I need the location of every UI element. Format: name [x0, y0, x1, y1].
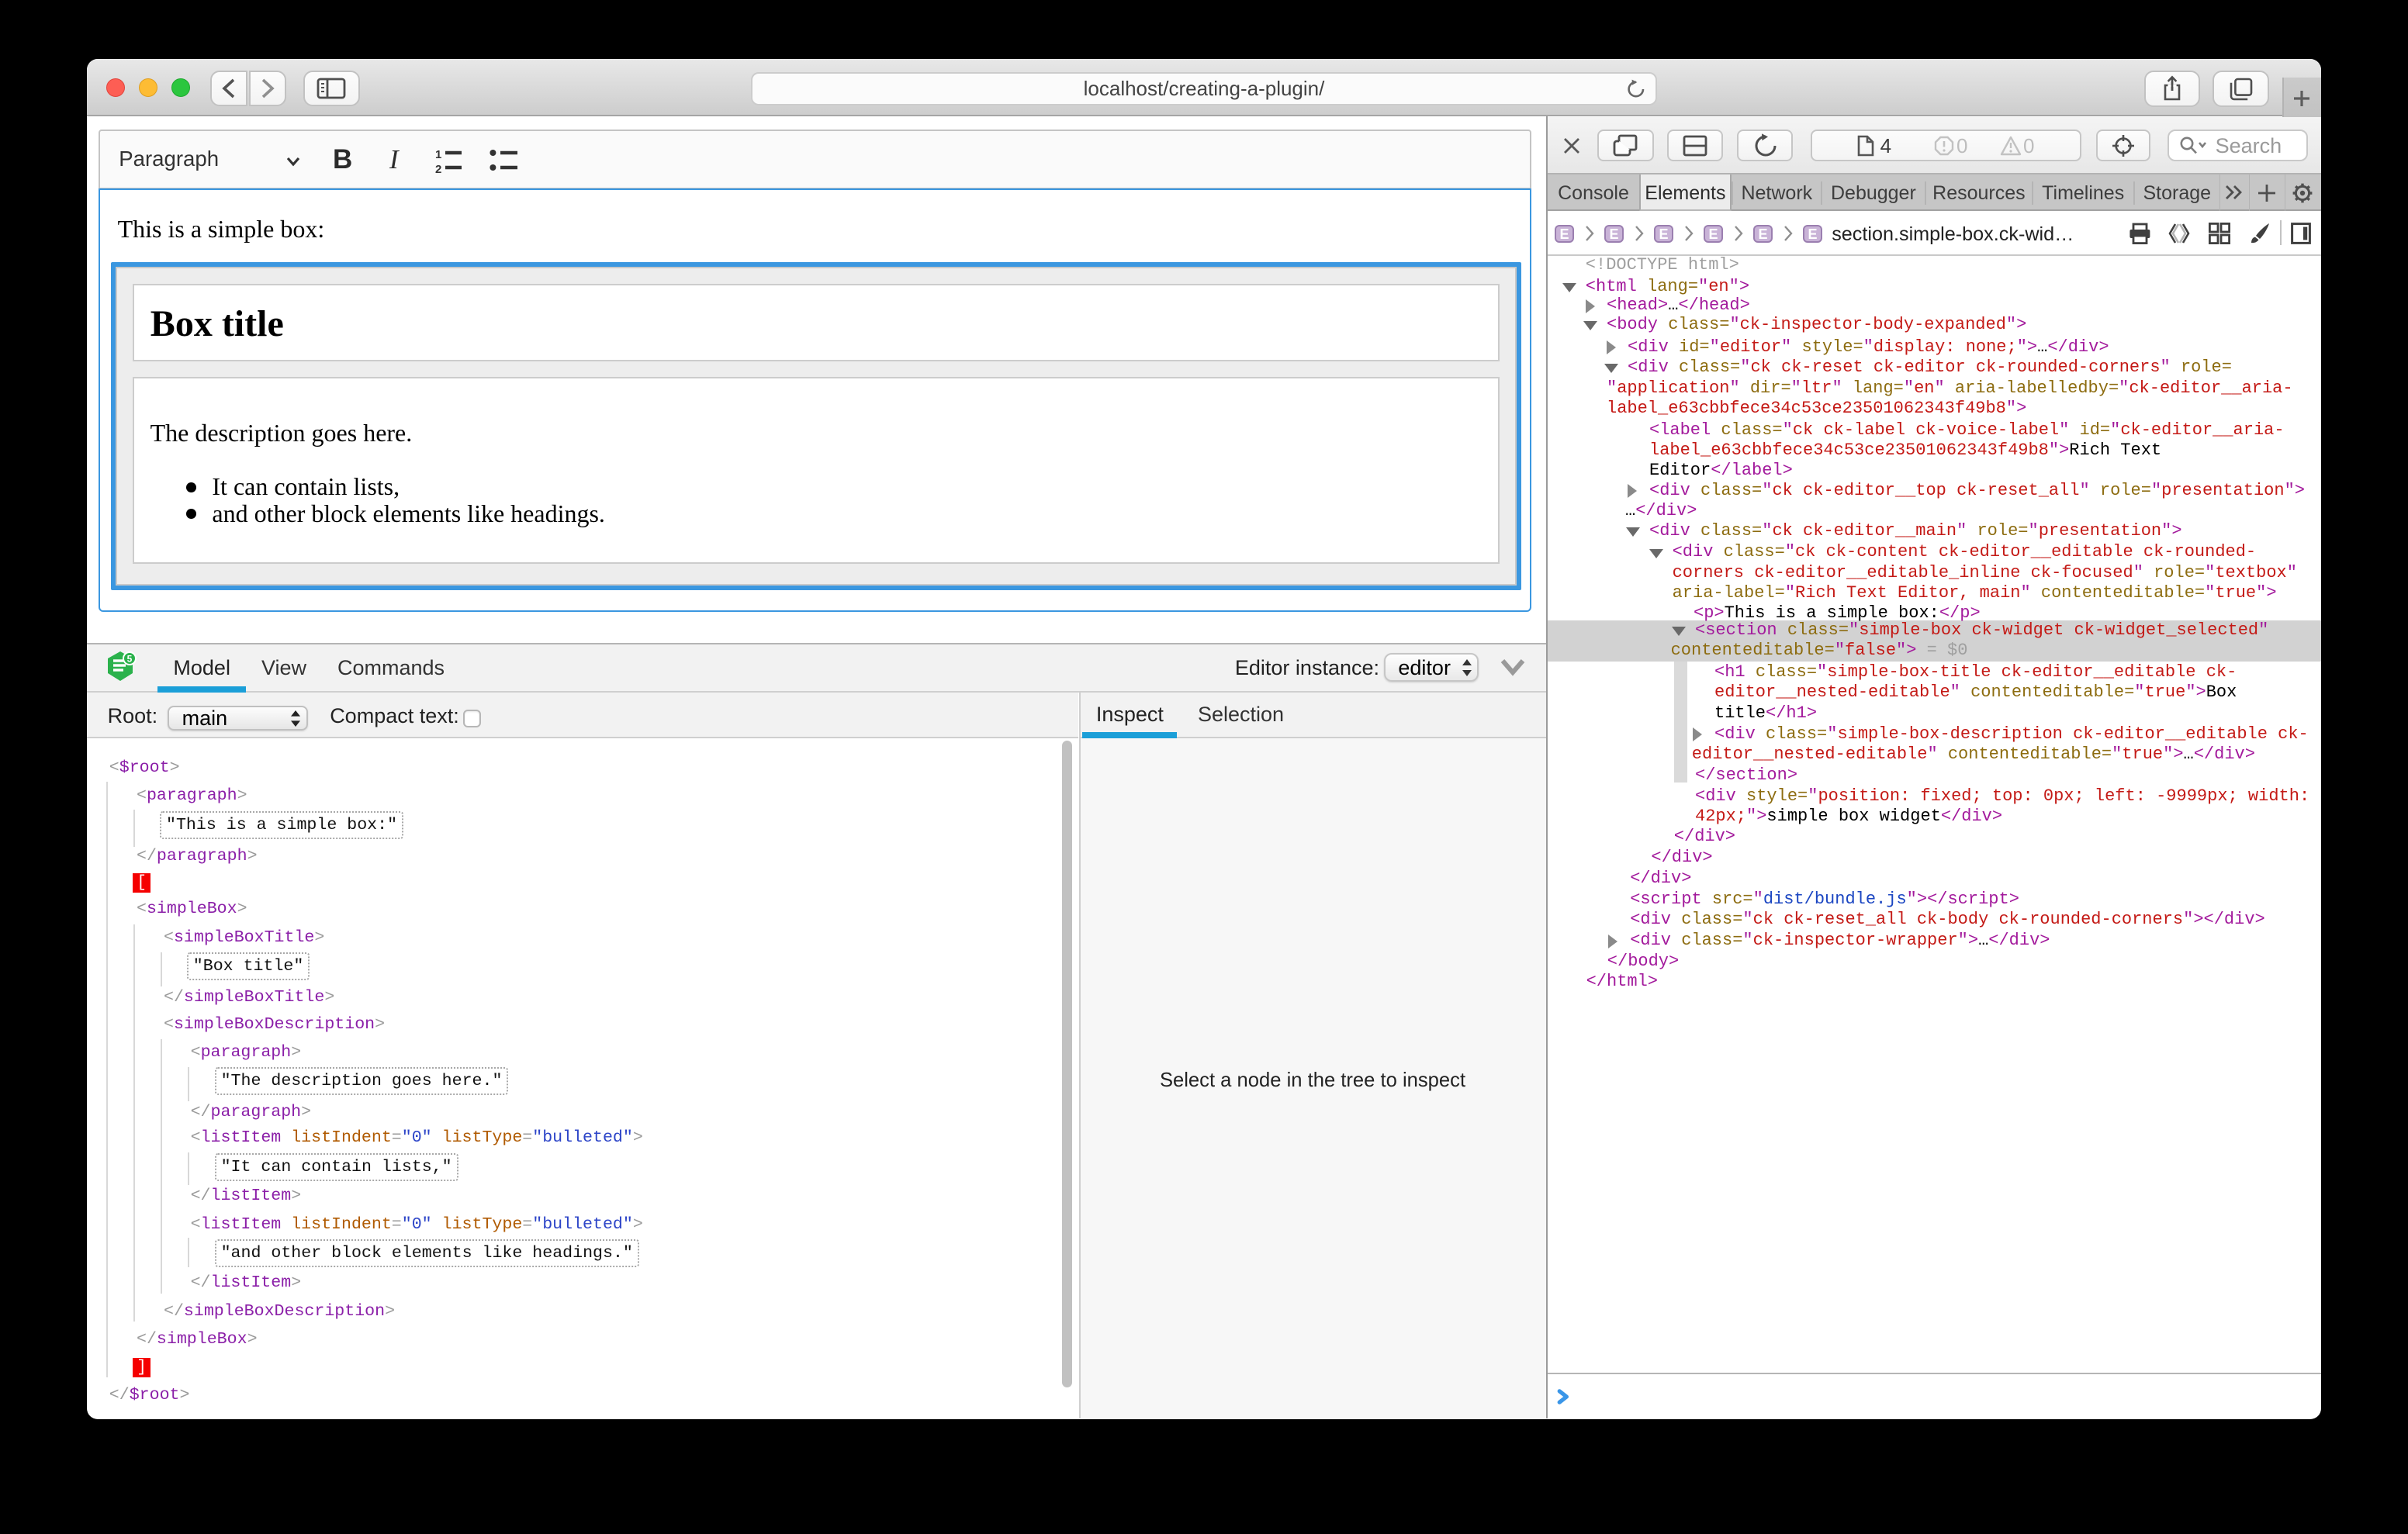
- svg-text:5: 5: [127, 653, 133, 664]
- svg-text:2: 2: [435, 163, 441, 174]
- svg-text:1: 1: [435, 148, 441, 161]
